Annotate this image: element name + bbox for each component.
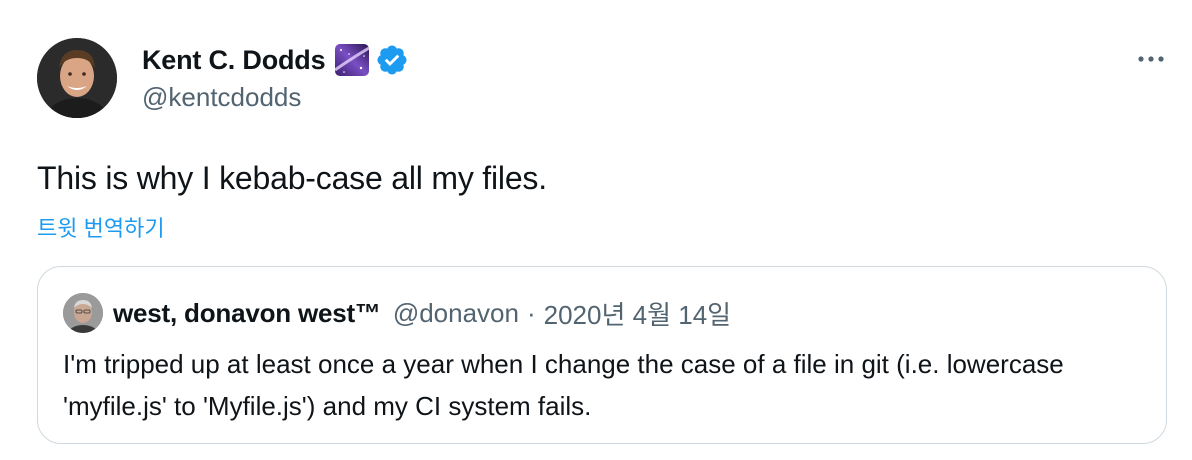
quoted-tweet-header: west, donavon west™ @donavon · 2020년 4월 … [63, 293, 731, 333]
quoted-tweet-date[interactable]: 2020년 4월 14일 [544, 295, 731, 332]
more-horizontal-icon[interactable] [1133, 48, 1169, 70]
author-name-row: Kent C. Dodds [142, 40, 409, 80]
milky-way-emoji-icon [335, 44, 370, 76]
quoted-author-avatar[interactable] [63, 293, 103, 333]
quoted-author-handle[interactable]: @donavon [393, 298, 519, 329]
quoted-author-display-name[interactable]: west, donavon west™ [113, 298, 381, 329]
tweet: Kent C. Dodds @kentcdodds This is why I … [0, 0, 1192, 460]
author-handle[interactable]: @kentcdodds [142, 82, 301, 113]
quoted-tweet-card[interactable]: west, donavon west™ @donavon · 2020년 4월 … [37, 266, 1167, 444]
translate-tweet-link[interactable]: 트윗 번역하기 [37, 211, 165, 243]
quoted-tweet-text: I'm tripped up at least once a year when… [63, 349, 1064, 421]
author-display-name[interactable]: Kent C. Dodds [142, 45, 326, 76]
author-avatar[interactable] [37, 38, 117, 118]
tweet-text: This is why I kebab-case all my files. [37, 160, 547, 196]
separator-dot: · [526, 297, 536, 328]
verified-badge-icon[interactable] [375, 43, 409, 77]
